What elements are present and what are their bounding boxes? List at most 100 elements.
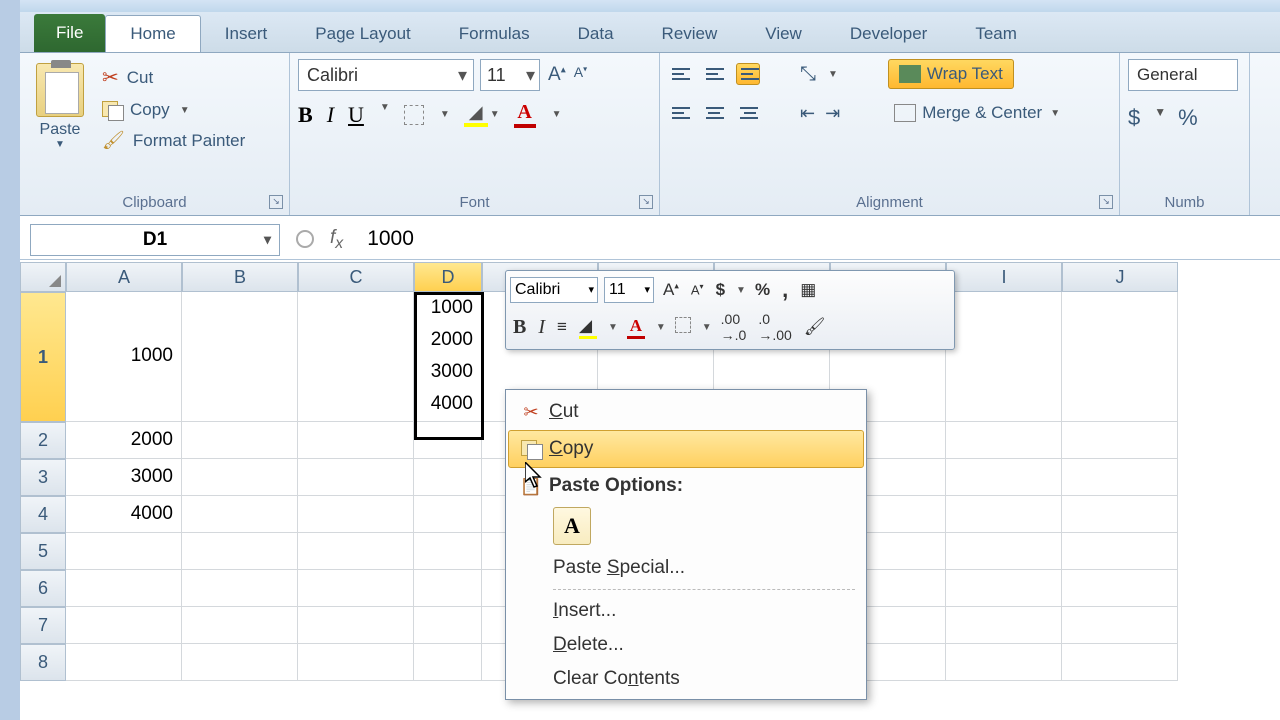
row-header-5[interactable]: 5	[20, 533, 66, 570]
cell-c6[interactable]	[298, 570, 414, 607]
cell-i2[interactable]	[946, 422, 1062, 459]
tab-home[interactable]: Home	[105, 15, 200, 52]
mini-font-color[interactable]: A	[624, 314, 648, 341]
menu-copy[interactable]: Copy	[508, 430, 864, 468]
font-color-button[interactable]: A	[514, 101, 536, 128]
row-header-8[interactable]: 8	[20, 644, 66, 681]
mini-currency[interactable]: $	[713, 278, 728, 302]
cell-i3[interactable]	[946, 459, 1062, 496]
col-header-d[interactable]: D	[414, 262, 482, 292]
cell-c3[interactable]	[298, 459, 414, 496]
cell-b8[interactable]	[182, 644, 298, 681]
merge-center-button[interactable]: Merge & Center▼	[890, 99, 1064, 127]
cell-d5[interactable]	[414, 533, 482, 570]
cell-j3[interactable]	[1062, 459, 1178, 496]
tab-file[interactable]: File	[34, 14, 105, 52]
mini-format-cells[interactable]: ▦	[797, 278, 819, 302]
col-header-c[interactable]: C	[298, 262, 414, 292]
col-header-j[interactable]: J	[1062, 262, 1178, 292]
cell-j6[interactable]	[1062, 570, 1178, 607]
mini-shrink-font[interactable]: A▾	[688, 280, 707, 299]
cell-a2[interactable]: 2000	[66, 422, 182, 459]
cell-b5[interactable]	[182, 533, 298, 570]
menu-insert[interactable]: Insert...	[509, 594, 863, 628]
cell-j2[interactable]	[1062, 422, 1178, 459]
cell-j8[interactable]	[1062, 644, 1178, 681]
cell-i4[interactable]	[946, 496, 1062, 533]
formula-input[interactable]: 1000	[367, 227, 414, 251]
quick-access-toolbar[interactable]	[20, 0, 1280, 12]
mini-borders[interactable]	[672, 315, 694, 340]
tab-review[interactable]: Review	[638, 16, 742, 52]
format-painter-button[interactable]: 🖌Format Painter	[98, 128, 249, 153]
number-format-select[interactable]: General	[1128, 59, 1238, 91]
mini-percent[interactable]: %	[752, 278, 773, 302]
cell-b6[interactable]	[182, 570, 298, 607]
cell-j1[interactable]	[1062, 292, 1178, 422]
copy-button[interactable]: Copy▼	[98, 98, 249, 122]
cell-j4[interactable]	[1062, 496, 1178, 533]
font-name-select[interactable]: Calibri	[298, 59, 474, 91]
tab-view[interactable]: View	[741, 16, 826, 52]
percent-format-button[interactable]: %	[1178, 105, 1198, 131]
cell-a3[interactable]: 3000	[66, 459, 182, 496]
mini-align-center[interactable]: ≡	[554, 315, 570, 339]
align-top-button[interactable]	[668, 63, 692, 85]
mini-grow-font[interactable]: A▴	[660, 278, 682, 302]
row-header-1[interactable]: 1	[20, 292, 66, 422]
cell-b7[interactable]	[182, 607, 298, 644]
cell-a7[interactable]	[66, 607, 182, 644]
italic-button[interactable]: I	[327, 102, 334, 128]
cell-c7[interactable]	[298, 607, 414, 644]
alignment-launcher[interactable]: ↘	[1099, 195, 1113, 209]
grow-font-button[interactable]: A▴	[546, 62, 568, 88]
cell-b1[interactable]	[182, 292, 298, 422]
decrease-indent-button[interactable]: ⇤	[800, 103, 815, 124]
row-header-6[interactable]: 6	[20, 570, 66, 607]
cell-d4[interactable]	[414, 496, 482, 533]
col-header-b[interactable]: B	[182, 262, 298, 292]
cell-c8[interactable]	[298, 644, 414, 681]
cell-j7[interactable]	[1062, 607, 1178, 644]
mini-format-painter[interactable]: 🖌	[801, 315, 829, 339]
mini-italic[interactable]: I	[535, 314, 548, 341]
underline-button[interactable]: U	[348, 102, 364, 128]
cell-i5[interactable]	[946, 533, 1062, 570]
mini-font-select[interactable]: Calibri	[510, 277, 598, 303]
font-size-select[interactable]: 11	[480, 59, 540, 91]
mini-size-select[interactable]: 11	[604, 277, 654, 303]
mini-bold[interactable]: B	[510, 314, 529, 341]
cell-d6[interactable]	[414, 570, 482, 607]
cell-c1[interactable]	[298, 292, 414, 422]
cancel-icon[interactable]	[296, 230, 314, 248]
paste-dropdown[interactable]: ▼	[55, 139, 65, 150]
shrink-font-button[interactable]: A▾	[572, 62, 589, 88]
tab-page-layout[interactable]: Page Layout	[291, 16, 434, 52]
cell-c2[interactable]	[298, 422, 414, 459]
font-launcher[interactable]: ↘	[639, 195, 653, 209]
fx-icon[interactable]: fx	[330, 227, 343, 253]
select-all-corner[interactable]	[20, 262, 66, 292]
tab-developer[interactable]: Developer	[826, 16, 952, 52]
cell-a8[interactable]	[66, 644, 182, 681]
menu-delete[interactable]: Delete...	[509, 628, 863, 662]
menu-paste-special[interactable]: Paste Special...	[509, 551, 863, 585]
align-middle-button[interactable]	[702, 63, 726, 85]
cell-d8[interactable]	[414, 644, 482, 681]
align-center-button[interactable]	[702, 102, 726, 124]
cut-button[interactable]: ✂Cut	[98, 63, 249, 92]
align-right-button[interactable]	[736, 102, 760, 124]
name-box[interactable]: D1	[30, 224, 280, 256]
paste-option-values[interactable]: A	[553, 507, 591, 545]
menu-clear-contents[interactable]: Clear Contents	[509, 662, 863, 696]
cell-a4[interactable]: 4000	[66, 496, 182, 533]
tab-data[interactable]: Data	[554, 16, 638, 52]
clipboard-launcher[interactable]: ↘	[269, 195, 283, 209]
cell-j5[interactable]	[1062, 533, 1178, 570]
tab-formulas[interactable]: Formulas	[435, 16, 554, 52]
mini-decrease-decimal[interactable]: .0→.00	[755, 309, 794, 345]
tab-team[interactable]: Team	[951, 16, 1041, 52]
cell-a6[interactable]	[66, 570, 182, 607]
accounting-format-button[interactable]: $	[1128, 105, 1140, 131]
cell-b3[interactable]	[182, 459, 298, 496]
